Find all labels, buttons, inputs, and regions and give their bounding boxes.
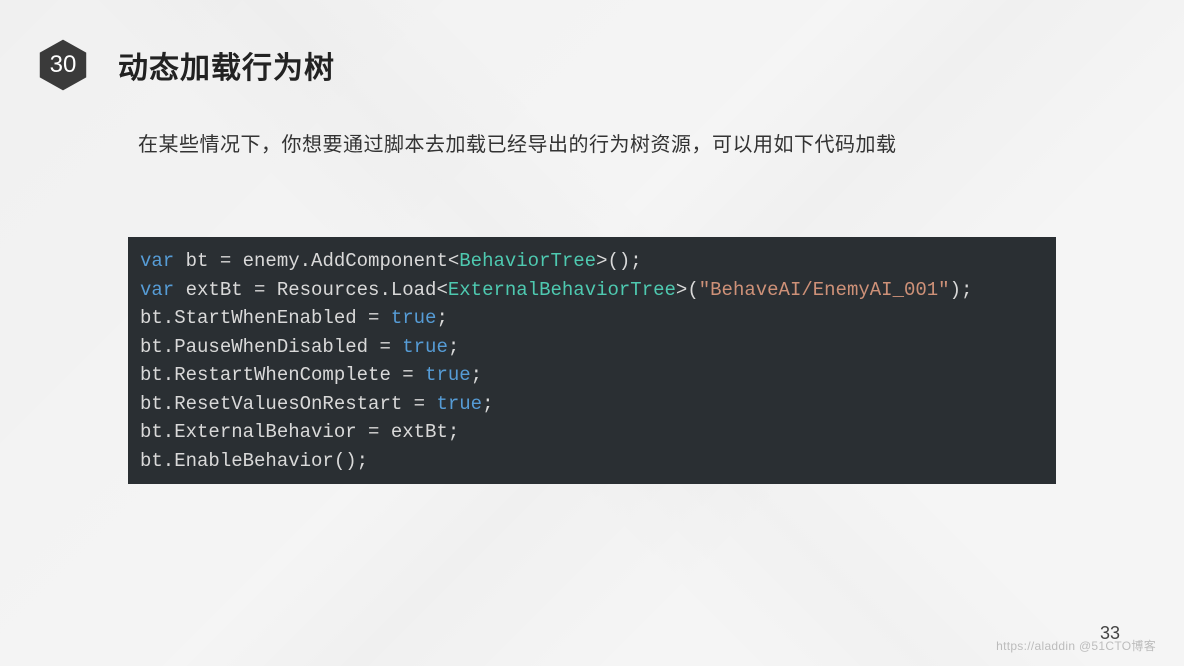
code-line: bt.ResetValuesOnRestart = true; bbox=[140, 390, 1044, 419]
code-line: bt.PauseWhenDisabled = true; bbox=[140, 333, 1044, 362]
slide-header: 30 动态加载行为树 bbox=[36, 38, 335, 92]
slide-title: 动态加载行为树 bbox=[118, 43, 335, 87]
code-block: var bt = enemy.AddComponent<BehaviorTree… bbox=[128, 237, 1056, 484]
code-line: var extBt = Resources.Load<ExternalBehav… bbox=[140, 276, 1044, 305]
code-line: bt.ExternalBehavior = extBt; bbox=[140, 418, 1044, 447]
code-line: bt.StartWhenEnabled = true; bbox=[140, 304, 1044, 333]
slide-number-badge: 30 bbox=[36, 38, 90, 92]
code-line: var bt = enemy.AddComponent<BehaviorTree… bbox=[140, 247, 1044, 276]
watermark: https://aladdin @51CTO博客 bbox=[996, 637, 1156, 654]
slide-number: 30 bbox=[50, 51, 77, 79]
code-line: bt.RestartWhenComplete = true; bbox=[140, 361, 1044, 390]
code-line: bt.EnableBehavior(); bbox=[140, 447, 1044, 476]
slide-description: 在某些情况下，你想要通过脚本去加载已经导出的行为树资源，可以用如下代码加载 bbox=[138, 128, 897, 157]
